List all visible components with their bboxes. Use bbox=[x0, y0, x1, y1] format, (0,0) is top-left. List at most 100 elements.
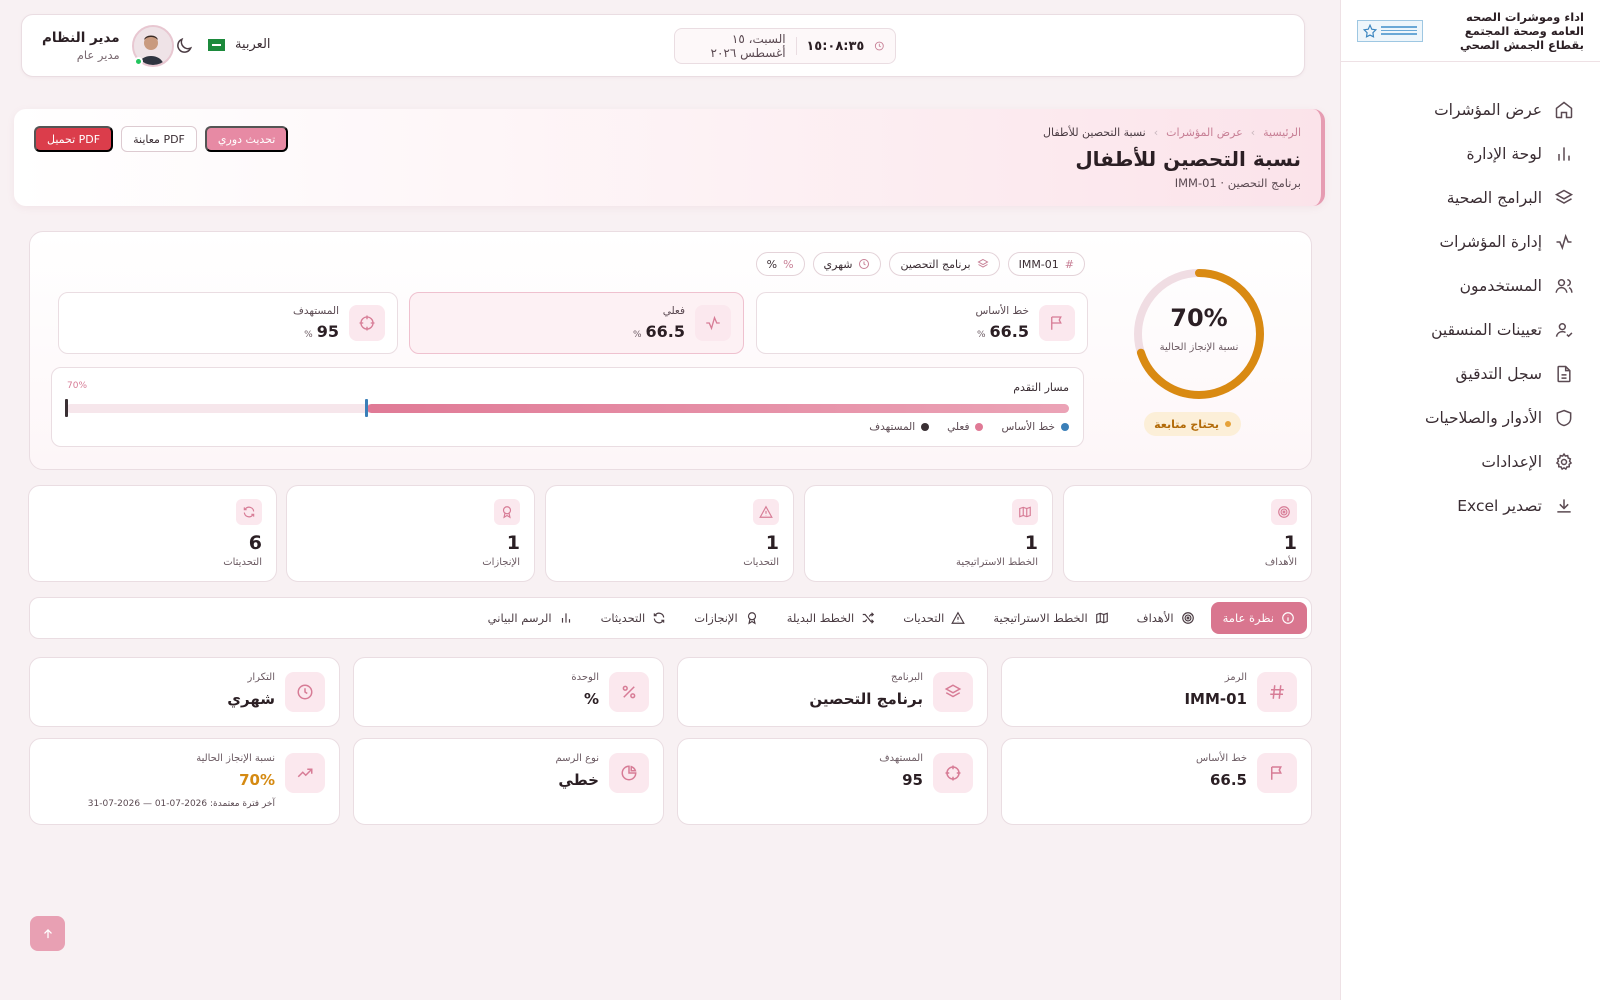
info-value: 66.5 bbox=[1209, 771, 1247, 789]
track-title: مسار التقدم bbox=[1013, 381, 1069, 394]
progress-fill bbox=[366, 404, 1069, 413]
user-menu[interactable]: مدير النظام مدير عام bbox=[42, 25, 174, 67]
sidebar-item-audit-log[interactable]: سجل التدقيق bbox=[1341, 352, 1600, 396]
crosshair-icon bbox=[359, 315, 375, 331]
flag-icon bbox=[1051, 316, 1062, 330]
map-icon bbox=[1019, 506, 1031, 518]
breadcrumb-home[interactable]: الرئيسية bbox=[1263, 126, 1301, 139]
legend-target: المستهدف bbox=[869, 421, 930, 433]
info-label: نسبة الإنجاز الحالية bbox=[196, 753, 275, 764]
metric-label: خط الأساس bbox=[975, 305, 1029, 317]
top-bar: مدير النظام مدير عام العربية ١٥:٠٨:٣٥ ال… bbox=[21, 14, 1305, 77]
clock-icon bbox=[297, 684, 313, 700]
online-indicator bbox=[133, 57, 143, 66]
tab-label: الرسم البياني bbox=[487, 611, 552, 625]
tab-label: نظرة عامة bbox=[1222, 611, 1274, 625]
info-chart-type: نوع الرسم خطي bbox=[353, 738, 664, 825]
tab-achievements[interactable]: الإنجازات bbox=[682, 602, 770, 634]
crosshair-icon bbox=[945, 765, 961, 781]
user-name: مدير النظام bbox=[42, 30, 120, 46]
scroll-to-top-button[interactable] bbox=[30, 916, 65, 951]
track-percent: 70% bbox=[67, 381, 88, 391]
info-current-achievement: نسبة الإنجاز الحالية 70% آخر فترة معتمدة… bbox=[29, 738, 340, 825]
tab-label: الإنجازات bbox=[694, 611, 738, 625]
stat-goals[interactable]: 1 الأهداف bbox=[1063, 485, 1312, 582]
tab-challenges[interactable]: التحديات bbox=[891, 602, 977, 634]
sidebar-item-users[interactable]: المستخدمون bbox=[1341, 264, 1600, 308]
page-title: نسبة التحصين للأطفال bbox=[1075, 147, 1301, 171]
stat-achievements[interactable]: 1 الإنجازات bbox=[286, 485, 535, 582]
sidebar-item-manage-indicators[interactable]: إدارة المؤشرات bbox=[1341, 220, 1600, 264]
indicator-tags: # IMM-01 برنامج التحصين شهري %% bbox=[755, 252, 1085, 276]
info-value: خطي bbox=[558, 771, 599, 789]
chip-unit: %% bbox=[755, 252, 805, 276]
info-label: الرمز bbox=[1224, 672, 1247, 683]
stat-value: 1 bbox=[1024, 532, 1038, 554]
stat-value: 1 bbox=[1283, 532, 1297, 554]
stat-label: التحديثات bbox=[223, 557, 262, 568]
layers-icon bbox=[944, 684, 962, 698]
last-period-note: آخر فترة معتمدة: 2026-07-01 — 2026-07-31 bbox=[87, 799, 275, 809]
gauge-label: نسبة الإنجاز الحالية bbox=[1159, 342, 1239, 353]
sidebar-item-export-excel[interactable]: تصدير Excel bbox=[1341, 484, 1600, 528]
gauge-value: 70% bbox=[1170, 304, 1228, 332]
sidebar-item-programs[interactable]: البرامج الصحية bbox=[1341, 176, 1600, 220]
stat-label: الإنجازات bbox=[482, 557, 520, 568]
metric-value: 95 bbox=[316, 322, 339, 341]
info-value: % bbox=[583, 690, 599, 708]
gear-icon bbox=[1555, 452, 1573, 471]
sidebar-item-dashboard[interactable]: لوحة الإدارة bbox=[1341, 132, 1600, 176]
info-baseline: خط الأساس 66.5 bbox=[1001, 738, 1312, 825]
target-icon bbox=[1181, 612, 1194, 624]
percent-icon bbox=[622, 685, 636, 699]
pie-chart-icon bbox=[621, 765, 637, 781]
download-pdf-button[interactable]: تحميل PDF bbox=[34, 126, 114, 152]
info-frequency: التكرار شهري bbox=[29, 657, 340, 727]
stat-updates[interactable]: 6 التحديثات bbox=[28, 485, 277, 582]
current-date: السبت، ١٥ أغسطس ٢٠٢٦ bbox=[710, 32, 786, 60]
sidebar-item-coordinators[interactable]: تعيينات المنسقين bbox=[1341, 308, 1600, 352]
preview-pdf-button[interactable]: معاينة PDF bbox=[121, 126, 197, 152]
stat-value: 1 bbox=[765, 532, 779, 554]
sidebar-item-settings[interactable]: الإعدادات bbox=[1341, 440, 1600, 484]
current-time: ١٥:٠٨:٣٥ bbox=[806, 38, 865, 54]
theme-toggle-button[interactable] bbox=[174, 36, 194, 56]
bar-chart-icon bbox=[1558, 147, 1570, 161]
tab-goals[interactable]: الأهداف bbox=[1125, 602, 1207, 634]
chip-frequency: شهري bbox=[812, 252, 882, 276]
periodic-update-button[interactable]: تحديث دوري bbox=[204, 126, 289, 152]
tab-label: الخطط الاستراتيجية bbox=[993, 611, 1088, 625]
sidebar-nav: عرض المؤشرات لوحة الإدارة البرامج الصحية… bbox=[1341, 62, 1600, 528]
sidebar-item-label: تصدير Excel bbox=[1457, 497, 1542, 515]
stat-strategic-plans[interactable]: 1 الخطط الاستراتيجية bbox=[804, 485, 1053, 582]
flag-icon bbox=[1271, 766, 1282, 780]
hash-icon bbox=[1270, 685, 1284, 699]
stat-challenges[interactable]: 1 التحديات bbox=[545, 485, 794, 582]
activity-icon bbox=[1556, 233, 1572, 251]
info-label: الوحدة bbox=[571, 672, 599, 683]
award-icon bbox=[502, 506, 512, 519]
tab-chart[interactable]: الرسم البياني bbox=[476, 602, 585, 634]
sidebar-item-indicators[interactable]: عرض المؤشرات bbox=[1341, 88, 1600, 132]
activity-icon bbox=[706, 315, 720, 331]
tab-label: التحديثات bbox=[600, 611, 646, 625]
info-code: الرمز IMM-01 bbox=[1001, 657, 1312, 727]
tab-updates[interactable]: التحديثات bbox=[589, 602, 679, 634]
info-program: البرنامج برنامج التحصين bbox=[677, 657, 988, 727]
stat-label: الأهداف bbox=[1264, 557, 1297, 568]
tab-alternative-plans[interactable]: الخطط البديلة bbox=[775, 602, 888, 634]
chip-program: برنامج التحصين bbox=[889, 252, 1000, 276]
sidebar-item-roles[interactable]: الأدوار والصلاحيات bbox=[1341, 396, 1600, 440]
language-label: العربية bbox=[235, 37, 271, 52]
tab-overview[interactable]: نظرة عامة bbox=[1210, 602, 1307, 634]
layers-icon bbox=[1554, 189, 1574, 204]
progress-gauge bbox=[1134, 269, 1264, 399]
indicator-summary-card: 70% نسبة الإنجاز الحالية يحتاج متابعة # I… bbox=[29, 231, 1312, 470]
shuffle-icon bbox=[862, 612, 875, 624]
refresh-icon bbox=[653, 612, 665, 624]
info-value: 70% bbox=[239, 771, 275, 789]
language-switcher[interactable]: العربية bbox=[208, 37, 271, 52]
users-icon bbox=[1555, 279, 1573, 293]
tab-strategic-plans[interactable]: الخطط الاستراتيجية bbox=[981, 602, 1120, 634]
breadcrumb-indicators[interactable]: عرض المؤشرات bbox=[1166, 126, 1243, 139]
